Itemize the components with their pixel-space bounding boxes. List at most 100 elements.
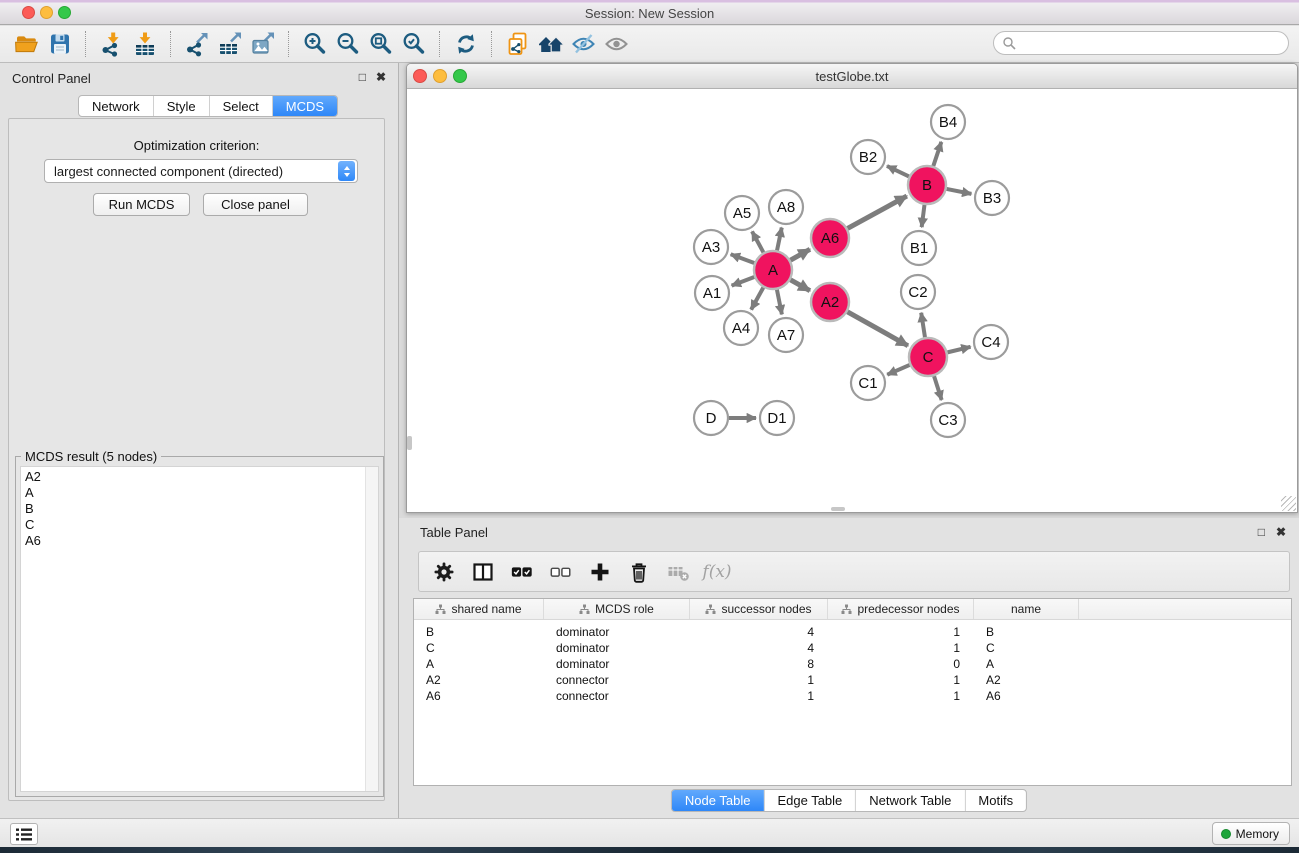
table-cell[interactable]: B xyxy=(974,624,1079,640)
table-cell[interactable]: 1 xyxy=(828,688,974,704)
import-table-button[interactable] xyxy=(128,29,161,59)
open-session-button[interactable] xyxy=(10,29,43,59)
table-row[interactable]: Adominator80A xyxy=(414,656,1291,672)
graph-edge-A6-B[interactable] xyxy=(848,196,907,228)
graph-edge-A-A2[interactable] xyxy=(790,280,810,291)
table-cell[interactable]: 1 xyxy=(828,640,974,656)
mcds-result-item[interactable]: B xyxy=(21,501,378,517)
table-cell[interactable]: dominator xyxy=(544,624,690,640)
mcds-result-item[interactable]: A xyxy=(21,485,378,501)
graph-edge-C-C1[interactable] xyxy=(887,365,909,375)
mcds-result-listbox[interactable]: A2ABCA6 xyxy=(20,466,379,792)
graph-edge-A2-C[interactable] xyxy=(847,312,908,346)
window-resize-grip[interactable] xyxy=(1281,496,1296,511)
graph-edge-B-B4[interactable] xyxy=(933,142,941,166)
create-column-button[interactable] xyxy=(588,560,612,584)
zoom-selected-button[interactable] xyxy=(397,29,430,59)
result-list-scrollbar[interactable] xyxy=(365,467,378,791)
table-cell[interactable]: A2 xyxy=(974,672,1079,688)
mcds-result-item[interactable]: C xyxy=(21,517,378,533)
vertical-scrollbar-thumb[interactable] xyxy=(407,436,412,450)
tab-mcds[interactable]: MCDS xyxy=(272,96,337,116)
close-panel-button[interactable]: Close panel xyxy=(203,193,308,216)
graph-edge-B-B1[interactable] xyxy=(922,205,925,227)
show-selected-button[interactable] xyxy=(600,29,633,59)
table-cell[interactable]: 1 xyxy=(828,672,974,688)
tab-network-table[interactable]: Network Table xyxy=(855,790,964,811)
tab-select[interactable]: Select xyxy=(209,96,272,116)
graph-edge-A-A1[interactable] xyxy=(732,277,755,286)
float-panel-icon[interactable]: □ xyxy=(1258,525,1265,539)
column-header-predecessor-nodes[interactable]: predecessor nodes xyxy=(828,599,974,619)
delete-columns-button[interactable] xyxy=(627,560,651,584)
close-panel-icon[interactable]: ✖ xyxy=(376,70,386,84)
horizontal-scrollbar-thumb[interactable] xyxy=(831,507,845,511)
table-cell[interactable]: A2 xyxy=(414,672,544,688)
show-all-networks-button[interactable] xyxy=(534,29,567,59)
table-row[interactable]: Bdominator41B xyxy=(414,624,1291,640)
table-cell[interactable]: 4 xyxy=(690,624,828,640)
tab-edge-table[interactable]: Edge Table xyxy=(763,790,855,811)
import-network-button[interactable] xyxy=(95,29,128,59)
clone-network-button[interactable] xyxy=(501,29,534,59)
export-image-button[interactable] xyxy=(246,29,279,59)
select-all-columns-button[interactable] xyxy=(510,560,534,584)
graph-edge-A-A4[interactable] xyxy=(751,288,763,310)
hide-selected-button[interactable] xyxy=(567,29,600,59)
table-cell[interactable]: dominator xyxy=(544,656,690,672)
zoom-out-button[interactable] xyxy=(331,29,364,59)
export-table-button[interactable] xyxy=(213,29,246,59)
graph-edge-C-C2[interactable] xyxy=(921,313,925,337)
table-cell[interactable]: A6 xyxy=(974,688,1079,704)
table-cell[interactable]: connector xyxy=(544,672,690,688)
table-cell[interactable]: 4 xyxy=(690,640,828,656)
task-history-button[interactable] xyxy=(10,823,38,845)
table-cell[interactable]: 1 xyxy=(690,688,828,704)
graph-edge-B-B2[interactable] xyxy=(887,166,909,176)
table-row[interactable]: Cdominator41C xyxy=(414,640,1291,656)
column-header-name[interactable]: name xyxy=(974,599,1079,619)
table-cell[interactable]: B xyxy=(414,624,544,640)
column-header-shared-name[interactable]: shared name xyxy=(414,599,544,619)
table-cell[interactable]: dominator xyxy=(544,640,690,656)
tab-network[interactable]: Network xyxy=(79,96,153,116)
export-network-button[interactable] xyxy=(180,29,213,59)
table-cell[interactable]: 8 xyxy=(690,656,828,672)
deselect-all-columns-button[interactable] xyxy=(549,560,573,584)
table-settings-button[interactable] xyxy=(432,560,456,584)
table-cell[interactable]: A xyxy=(974,656,1079,672)
tab-style[interactable]: Style xyxy=(153,96,209,116)
table-row[interactable]: A6connector11A6 xyxy=(414,688,1291,704)
graph-edge-A-A3[interactable] xyxy=(731,254,755,263)
graph-edge-C-C4[interactable] xyxy=(947,347,970,353)
column-header-mcds-role[interactable]: MCDS role xyxy=(544,599,690,619)
run-mcds-button[interactable]: Run MCDS xyxy=(93,193,190,216)
save-session-button[interactable] xyxy=(43,29,76,59)
table-cell[interactable]: C xyxy=(414,640,544,656)
memory-button[interactable]: Memory xyxy=(1212,822,1290,845)
zoom-in-button[interactable] xyxy=(298,29,331,59)
graph-edge-A-A6[interactable] xyxy=(790,249,810,260)
column-header-successor-nodes[interactable]: successor nodes xyxy=(690,599,828,619)
show-column-panel-button[interactable] xyxy=(471,560,495,584)
table-cell[interactable]: A6 xyxy=(414,688,544,704)
search-input[interactable] xyxy=(1021,36,1280,50)
network-canvas[interactable]: AA1A2A3A4A5A6A7A8BB1B2B3B4CC1C2C3C4DD1 xyxy=(407,89,1297,512)
table-cell[interactable]: A xyxy=(414,656,544,672)
zoom-fit-button[interactable] xyxy=(364,29,397,59)
criterion-dropdown[interactable]: largest connected component (directed) xyxy=(44,159,358,183)
table-cell[interactable]: 1 xyxy=(690,672,828,688)
table-cell[interactable]: 0 xyxy=(828,656,974,672)
search-field[interactable] xyxy=(993,31,1289,55)
graph-edge-A-A8[interactable] xyxy=(777,228,782,251)
mcds-result-item[interactable]: A6 xyxy=(21,533,378,549)
table-cell[interactable]: connector xyxy=(544,688,690,704)
graph-edge-A-A5[interactable] xyxy=(752,231,763,252)
close-panel-icon[interactable]: ✖ xyxy=(1276,525,1286,539)
refresh-layout-button[interactable] xyxy=(449,29,482,59)
graph-edge-B-B3[interactable] xyxy=(947,189,972,194)
table-row[interactable]: A2connector11A2 xyxy=(414,672,1291,688)
mcds-result-item[interactable]: A2 xyxy=(21,469,378,485)
network-window-title-bar[interactable]: testGlobe.txt xyxy=(407,64,1297,89)
tab-motifs[interactable]: Motifs xyxy=(964,790,1026,811)
